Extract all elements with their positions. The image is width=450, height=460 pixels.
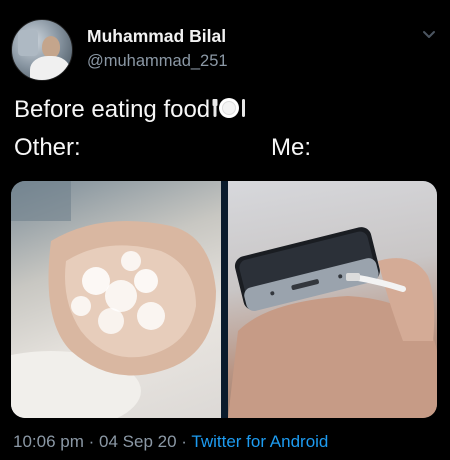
tweet-label-other: Other: <box>14 134 81 161</box>
author-handle[interactable]: @muhammad_251 <box>87 52 228 71</box>
tweet-text: Before eating food <box>14 96 211 123</box>
tweet-footer: 10:06 pm · 04 Sep 20 · Twitter for Andro… <box>13 432 328 452</box>
tweet-date[interactable]: 04 Sep 20 <box>99 432 177 451</box>
media-panel-hand-washing[interactable] <box>11 181 221 418</box>
avatar-background <box>18 30 38 56</box>
tweet-media[interactable] <box>11 181 437 418</box>
tweet-time[interactable]: 10:06 pm <box>13 432 84 451</box>
footer-separator: · <box>88 432 95 451</box>
footer-separator: · <box>181 432 187 451</box>
media-divider <box>221 181 228 418</box>
tweet-source-link[interactable]: Twitter for Android <box>191 432 328 451</box>
media-panel-phone-charging[interactable] <box>228 181 437 418</box>
chevron-down-icon[interactable] <box>422 30 436 40</box>
avatar-shirt <box>30 56 70 80</box>
tweet-label-me: Me: <box>271 134 312 161</box>
tweet: Muhammad Bilal @muhammad_251 Before eati… <box>0 0 450 460</box>
author-name[interactable]: Muhammad Bilal <box>87 26 226 47</box>
plate-with-cutlery-icon <box>212 96 246 127</box>
avatar[interactable] <box>11 19 73 81</box>
avatar-face <box>42 36 60 58</box>
tweet-text-line1: Before eating food <box>14 96 246 127</box>
